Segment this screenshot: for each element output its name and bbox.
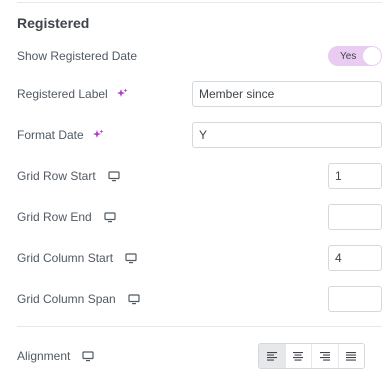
desktop-monitor-icon[interactable] <box>128 293 140 305</box>
grid-column-start-label: Grid Column Start <box>17 251 137 265</box>
format-date-label: Format Date <box>17 128 104 142</box>
alignment-label: Alignment <box>17 349 94 363</box>
grid-row-start-label: Grid Row Start <box>17 169 120 183</box>
registered-label-row: Registered Label Member since <box>17 81 382 107</box>
format-date-label-text: Format Date <box>17 128 84 142</box>
grid-column-start-row: Grid Column Start 4 <box>17 245 382 271</box>
grid-column-span-input[interactable] <box>328 286 382 312</box>
show-date-label-text: Show Registered Date <box>17 49 138 63</box>
toggle-knob <box>363 47 381 65</box>
grid-row-start-row: Grid Row Start 1 <box>17 163 382 189</box>
divider <box>17 2 382 3</box>
alignment-button-group <box>258 343 365 369</box>
registered-panel: Registered Show Registered Date Yes Regi… <box>0 0 392 381</box>
desktop-monitor-icon[interactable] <box>125 252 137 264</box>
align-left-button[interactable] <box>259 344 286 368</box>
grid-column-span-label-text: Grid Column Span <box>17 292 116 306</box>
align-left-icon <box>266 352 277 361</box>
show-date-toggle[interactable]: Yes <box>328 46 382 66</box>
format-date-input[interactable]: Y <box>192 122 382 148</box>
ai-sparkle-icon[interactable] <box>116 88 128 100</box>
alignment-label-text: Alignment <box>17 349 71 363</box>
align-center-button[interactable] <box>285 344 312 368</box>
divider <box>17 326 382 327</box>
align-right-button[interactable] <box>312 344 339 368</box>
align-center-icon <box>293 352 304 361</box>
section-title: Registered <box>17 15 90 31</box>
show-date-row: Show Registered Date Yes <box>17 43 382 69</box>
grid-column-start-input[interactable]: 4 <box>328 245 382 271</box>
grid-row-end-input[interactable] <box>328 204 382 230</box>
grid-column-span-row: Grid Column Span <box>17 286 382 312</box>
align-justify-icon <box>346 352 357 361</box>
grid-row-end-label-text: Grid Row End <box>17 210 92 224</box>
toggle-label: Yes <box>340 50 357 62</box>
format-date-row: Format Date Y <box>17 122 382 148</box>
registered-label-label: Registered Label <box>17 87 128 101</box>
show-date-label: Show Registered Date <box>17 49 137 63</box>
desktop-monitor-icon[interactable] <box>104 211 116 223</box>
registered-label-input[interactable]: Member since <box>192 81 382 107</box>
grid-row-start-input[interactable]: 1 <box>328 163 382 189</box>
registered-label-text: Registered Label <box>17 87 108 101</box>
grid-column-start-label-text: Grid Column Start <box>17 251 114 265</box>
grid-row-start-label-text: Grid Row Start <box>17 169 96 183</box>
desktop-monitor-icon[interactable] <box>108 170 120 182</box>
align-right-icon <box>319 352 330 361</box>
grid-column-span-label: Grid Column Span <box>17 292 140 306</box>
grid-row-end-label: Grid Row End <box>17 210 116 224</box>
align-justify-button[interactable] <box>338 344 364 368</box>
grid-row-end-row: Grid Row End <box>17 204 382 230</box>
desktop-monitor-icon[interactable] <box>82 350 94 362</box>
ai-sparkle-icon[interactable] <box>92 129 104 141</box>
